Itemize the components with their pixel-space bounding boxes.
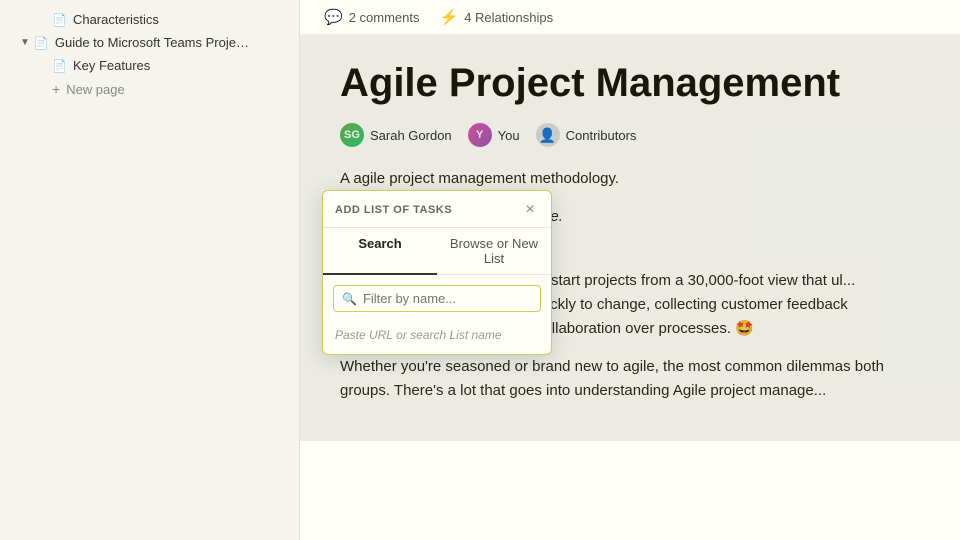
modal-header: ADD LIST OF TASKS × [323,191,551,228]
sidebar-item-characteristics[interactable]: 📄 Characteristics [0,8,299,31]
main-content: 💬 2 comments ⚡ 4 Relationships Agile Pro… [300,0,960,540]
search-input-wrapper: 🔍 [333,285,541,312]
modal-close-button[interactable]: × [521,201,539,219]
sidebar-item-guide[interactable]: ▼ 📄 Guide to Microsoft Teams Project... [0,31,299,54]
tab-browse[interactable]: Browse or New List [437,228,551,274]
filter-input[interactable] [363,291,532,306]
sidebar: 📄 Characteristics ▼ 📄 Guide to Microsoft… [0,0,300,540]
comments-button[interactable]: 💬 2 comments [324,8,420,26]
add-list-modal: ADD LIST OF TASKS × Search Browse or New… [322,190,552,355]
modal-title: ADD LIST OF TASKS [335,204,452,216]
page-icon: 📄 [34,36,49,50]
page-content: Agile Project Management SG Sarah Gordon… [300,35,960,441]
plus-icon: + [52,81,60,97]
tab-search[interactable]: Search [323,228,437,275]
comment-icon: 💬 [324,8,343,26]
page-icon: 📄 [52,59,67,73]
search-icon: 🔍 [342,292,357,306]
expand-arrow-icon[interactable]: ▼ [20,37,30,48]
modal-search-section: 🔍 [323,275,551,322]
modal-overlay: ADD LIST OF TASKS × Search Browse or New… [300,35,960,441]
top-bar: 💬 2 comments ⚡ 4 Relationships [300,0,960,35]
relationships-button[interactable]: ⚡ 4 Relationships [440,8,554,26]
new-page-button[interactable]: + New page [0,77,299,101]
modal-hint: Paste URL or search List name [323,322,551,354]
relationship-icon: ⚡ [440,8,459,26]
sidebar-item-key-features[interactable]: 📄 Key Features [0,54,299,77]
modal-tabs: Search Browse or New List [323,228,551,275]
page-icon: 📄 [52,13,67,27]
